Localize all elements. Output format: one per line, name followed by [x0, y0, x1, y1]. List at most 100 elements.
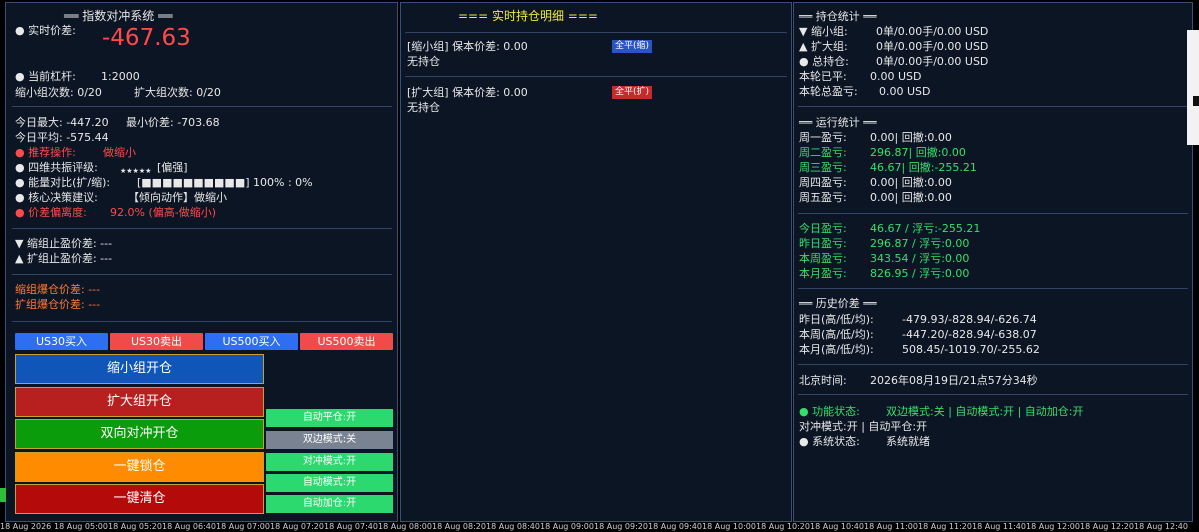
clear-button[interactable]: 一键清仓 [15, 484, 264, 514]
decision-label: ● 核心决策建议: [15, 191, 98, 204]
func-status-label: ● 功能状态: [799, 405, 860, 418]
us30-buy-button[interactable]: US30买入 [15, 333, 108, 350]
history-value: -479.93/-828.94/-626.74 [902, 313, 1037, 326]
today-avg: 今日平均: -575.44 [15, 131, 109, 144]
today-max: 今日最大: -447.20 [15, 116, 109, 129]
open-hedge-button[interactable]: 双向对冲开仓 [15, 419, 264, 449]
deviation-value: 92.0% (偏高-做缩小) [110, 206, 216, 219]
shrink-stat-value: 0单/0.00手/0.00 USD [876, 25, 989, 38]
weekday-value: 0.00| 回撤:0.00 [870, 131, 952, 144]
realtime-price-label: ● 实时价差: [15, 24, 76, 37]
expand-group-header: [扩大组] 保本价差: 0.00 [407, 86, 528, 99]
resonance-value: [偏强] [157, 161, 188, 174]
period-value: 826.95 / 浮亏:0.00 [870, 267, 970, 280]
beijing-time-label: 北京时间: [799, 374, 847, 387]
chart-marker [1193, 96, 1199, 106]
total-stat-label: ● 总持仓: [799, 55, 849, 68]
us500-buy-button[interactable]: US500买入 [205, 333, 298, 350]
divider [12, 274, 392, 275]
deviation-label: ● 价差偏离度: [15, 206, 87, 219]
chart-price-bar [1187, 30, 1199, 145]
divider [798, 394, 1188, 395]
divider [12, 106, 392, 107]
weekday-value: 0.00| 回撤:0.00 [870, 191, 952, 204]
sys-status-value: 系统就绪 [886, 435, 930, 448]
hedge-mode-toggle[interactable]: 对冲模式:开 [266, 453, 393, 471]
shrink-group-header: [缩小组] 保本价差: 0.00 [407, 40, 528, 53]
time-axis-tick: 18 Aug 10:40 [810, 522, 864, 531]
panel-title: ══ 指数对冲系统 ══ [64, 9, 173, 23]
time-axis-tick: 18 Aug 11:40 [972, 522, 1026, 531]
divider [405, 32, 787, 33]
time-axis-tick: 18 Aug 09:40 [648, 522, 702, 531]
divider [405, 76, 787, 77]
round-closed-label: 本轮已平: [799, 70, 847, 83]
history-label: 本周(高/低/均): [799, 328, 874, 341]
history-label: 本月(高/低/均): [799, 343, 874, 356]
energy-label: ● 能量对比(扩/缩): [15, 176, 111, 189]
history-title: ══ 历史价差 ══ [799, 297, 877, 310]
dual-mode-toggle[interactable]: 双边模式:关 [266, 431, 393, 449]
close-shrink-button[interactable]: 全平(缩) [612, 40, 653, 53]
recommend-value: 做缩小 [103, 146, 136, 159]
open-shrink-button[interactable]: 缩小组开仓 [15, 354, 264, 384]
time-axis-tick: 18 Aug 12:20 [1080, 522, 1134, 531]
history-value: -447.20/-828.94/-638.07 [902, 328, 1037, 341]
resonance-label: ● 四维共振评级: [15, 161, 98, 174]
history-label: 昨日(高/低/均): [799, 313, 874, 326]
recommend-label: ● 推荐操作: [15, 146, 76, 159]
chart-marker [0, 488, 6, 502]
weekday-value: 296.87| 回撤:0.00 [870, 146, 966, 159]
func-status-value: 双边模式:关 | 自动模式:开 | 自动加仓:开 [886, 405, 1084, 418]
close-expand-button[interactable]: 全平(扩) [612, 86, 653, 99]
auto-mode-toggle[interactable]: 自动模式:开 [266, 474, 393, 492]
run-stats-title: ══ 运行统计 ══ [799, 116, 877, 129]
lock-button[interactable]: 一键锁仓 [15, 452, 264, 482]
control-panel: ══ 指数对冲系统 ══ ● 实时价差: -467.63 ● 当前杠杆: 1:2… [5, 2, 398, 522]
weekday-label: 周三盈亏: [799, 161, 847, 174]
positions-title: === 实时持仓明细 === [458, 9, 598, 23]
divider [798, 364, 1188, 365]
divider [798, 106, 1188, 107]
weekday-label: 周五盈亏: [799, 191, 847, 204]
time-axis-tick: 18 Aug 09:20 [594, 522, 648, 531]
time-axis-tick: 18 Aug 10:20 [756, 522, 810, 531]
period-label: 昨日盈亏: [799, 237, 847, 250]
realtime-price-value: -467.63 [102, 25, 191, 51]
divider [12, 228, 392, 229]
shrink-group-status: 无持仓 [407, 55, 440, 68]
expand-stat-value: 0单/0.00手/0.00 USD [876, 40, 989, 53]
time-axis: 18 Aug 2026 18 Aug 05:0018 Aug 05:2018 Au… [0, 522, 1199, 532]
period-label: 本月盈亏: [799, 267, 847, 280]
expand-count: 扩大组次数: 0/20 [134, 86, 221, 99]
beijing-time-value: 2026年08月19日/21点57分34秒 [870, 374, 1038, 387]
energy-value: [■■■■■■■■■■] 100% : 0% [137, 176, 313, 189]
time-axis-tick: 18 Aug 2026 [0, 522, 52, 531]
expand-liq: 扩组爆仓价差: --- [15, 298, 101, 311]
us30-sell-button[interactable]: US30卖出 [110, 333, 203, 350]
time-axis-tick: 18 Aug 08:00 [378, 522, 432, 531]
time-axis-tick: 18 Aug 11:00 [864, 522, 918, 531]
history-value: 508.45/-1019.70/-255.62 [902, 343, 1040, 356]
expand-group-status: 无持仓 [407, 101, 440, 114]
weekday-value: 0.00| 回撤:0.00 [870, 176, 952, 189]
time-axis-tick: 18 Aug 05:00 [54, 522, 108, 531]
min-price: 最小价差: -703.68 [126, 116, 220, 129]
weekday-label: 周一盈亏: [799, 131, 847, 144]
divider [798, 288, 1188, 289]
auto-add-toggle[interactable]: 自动加仓:开 [266, 495, 393, 513]
period-value: 46.67 / 浮亏:-255.21 [870, 222, 981, 235]
weekday-value: 46.67| 回撤:-255.21 [870, 161, 977, 174]
leverage-value: 1:2000 [101, 70, 140, 83]
time-axis-tick: 18 Aug 08:40 [486, 522, 540, 531]
period-label: 本周盈亏: [799, 252, 847, 265]
positions-panel: === 实时持仓明细 === [缩小组] 保本价差: 0.00 全平(缩) 无持… [400, 2, 792, 522]
period-value: 343.54 / 浮亏:0.00 [870, 252, 970, 265]
open-expand-button[interactable]: 扩大组开仓 [15, 387, 264, 417]
stats-panel: ══ 持仓统计 ══ ▼ 缩小组: 0单/0.00手/0.00 USD ▲ 扩大… [793, 2, 1193, 522]
auto-close-toggle[interactable]: 自动平仓:开 [266, 409, 393, 427]
time-axis-tick: 18 Aug 07:20 [270, 522, 324, 531]
us500-sell-button[interactable]: US500卖出 [300, 333, 393, 350]
time-axis-tick: 18 Aug 12:40 [1134, 522, 1188, 531]
total-stat-value: 0单/0.00手/0.00 USD [876, 55, 989, 68]
